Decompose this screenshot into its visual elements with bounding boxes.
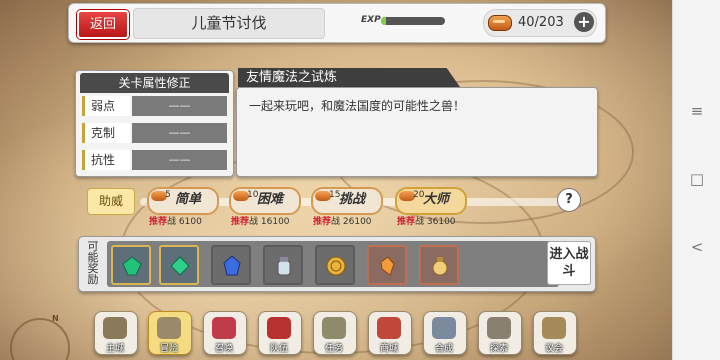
attribute-value: ——	[132, 150, 227, 170]
attribute-value: ——	[132, 96, 227, 116]
menu-label: 探索	[489, 344, 508, 354]
back-button[interactable]: 返回	[77, 10, 129, 39]
exp-fill	[381, 17, 387, 25]
compass-icon	[10, 318, 70, 360]
potion-jar-icon	[277, 257, 291, 276]
menu-label: 议会	[544, 344, 563, 354]
menu-explore[interactable]: 探索	[478, 311, 522, 355]
reward-item[interactable]	[367, 245, 407, 285]
gold-coin-icon	[326, 256, 346, 276]
system-navigation-bar: ≡ □ <	[672, 0, 720, 360]
rewards-label: 可能奖励	[87, 240, 99, 286]
council-icon	[542, 317, 566, 339]
summon-icon	[212, 317, 236, 339]
green-crystal-icon	[170, 256, 190, 276]
exp-label: EXP	[361, 15, 381, 25]
menu-label: 冒险	[159, 344, 178, 354]
menu-summon[interactable]: 召唤	[203, 311, 247, 355]
reward-item[interactable]	[159, 245, 199, 285]
quest-icon	[322, 317, 346, 339]
attribute-name: 抗性	[82, 150, 130, 170]
difficulty-name: 大师	[423, 192, 450, 207]
attribute-panel-title: 关卡属性修正	[80, 73, 229, 93]
menu-adventure[interactable]: 冒险	[148, 311, 192, 355]
recommended-power: 推荐战 26100	[313, 217, 372, 227]
stamina-bean-icon	[488, 15, 512, 31]
recommended-power: 推荐战 36100	[397, 217, 456, 227]
difficulty-name: 简单	[175, 192, 202, 207]
reward-item[interactable]	[211, 245, 251, 285]
recommended-power: 推荐战 6100	[149, 217, 202, 227]
explore-icon	[487, 317, 511, 339]
attribute-row-weakness: 弱点 ——	[82, 96, 227, 116]
reward-item[interactable]	[419, 245, 459, 285]
menu-label: 商城	[379, 344, 398, 354]
add-stamina-button[interactable]: +	[574, 12, 594, 32]
team-icon	[267, 317, 291, 339]
difficulty-master[interactable]: 20 大师 推荐战 36100	[395, 185, 467, 229]
attribute-row-resistance: 抗性 ——	[82, 150, 227, 170]
blue-crystal-icon	[223, 256, 241, 276]
difficulty-cost: 5	[165, 190, 171, 200]
menu-quest[interactable]: 任务	[313, 311, 357, 355]
stage-attribute-panel: 关卡属性修正 弱点 —— 克制 —— 抗性 ——	[75, 70, 234, 177]
shop-icon	[377, 317, 401, 339]
menu-craft[interactable]: 合成	[423, 311, 467, 355]
menu-council[interactable]: 议会	[533, 311, 577, 355]
game-scene: N 返回 儿童节讨伐 EXP 40/203 + 关卡属性修正 弱点 —— 克制 …	[0, 0, 672, 360]
back-icon[interactable]: <	[673, 238, 720, 256]
stamina-value: 40/203	[518, 15, 564, 30]
green-crystal-icon	[122, 256, 142, 276]
menu-label: 队伍	[269, 344, 288, 354]
difficulty-hard[interactable]: 10 困难 推荐战 16100	[229, 185, 301, 229]
top-bar: 返回 儿童节讨伐 EXP 40/203 +	[68, 3, 606, 43]
home-icon[interactable]: □	[673, 170, 720, 188]
stamina-counter: 40/203 +	[483, 9, 597, 37]
assist-button[interactable]: 助威	[87, 188, 135, 215]
craft-icon	[432, 317, 456, 339]
menu-label: 召唤	[214, 344, 233, 354]
difficulty-name: 困难	[257, 192, 284, 207]
recommended-power: 推荐战 16100	[231, 217, 290, 227]
rewards-strip	[107, 241, 559, 287]
exp-bar	[381, 17, 445, 25]
help-button[interactable]: ?	[557, 188, 581, 212]
attribute-row-counter: 克制 ——	[82, 123, 227, 143]
menu-label: 主城	[105, 344, 124, 354]
difficulty-challenge[interactable]: 15 挑战 推荐战 26100	[311, 185, 383, 229]
stage-description-title: 友情魔法之试炼	[238, 68, 460, 87]
orange-shard-icon	[380, 256, 395, 276]
reward-item[interactable]	[263, 245, 303, 285]
enter-battle-button[interactable]: 进入战斗	[547, 241, 591, 285]
stage-description-box: 一起来玩吧，和魔法国度的可能性之兽！	[236, 87, 598, 177]
stage-description-text: 一起来玩吧，和魔法国度的可能性之兽！	[249, 99, 466, 113]
attribute-name: 克制	[82, 123, 130, 143]
reward-item[interactable]	[111, 245, 151, 285]
difficulty-easy[interactable]: 5 简单 推荐战 6100	[147, 185, 219, 229]
possible-rewards-panel: 可能奖励 进入战斗	[78, 236, 596, 292]
difficulty-name: 挑战	[339, 192, 366, 207]
sword-icon	[157, 317, 181, 339]
attribute-value: ——	[132, 123, 227, 143]
sand-bottle-icon	[432, 257, 448, 276]
stage-title: 儿童节讨伐	[133, 8, 325, 39]
menu-shop[interactable]: 商城	[368, 311, 412, 355]
compass-north-marker: N	[52, 314, 59, 323]
reward-item[interactable]	[315, 245, 355, 285]
menu-icon[interactable]: ≡	[673, 102, 720, 120]
menu-main-city[interactable]: 主城	[94, 311, 138, 355]
menu-label: 合成	[434, 344, 453, 354]
castle-icon	[103, 317, 127, 339]
attribute-name: 弱点	[82, 96, 130, 116]
menu-label: 任务	[324, 344, 343, 354]
menu-team[interactable]: 队伍	[258, 311, 302, 355]
